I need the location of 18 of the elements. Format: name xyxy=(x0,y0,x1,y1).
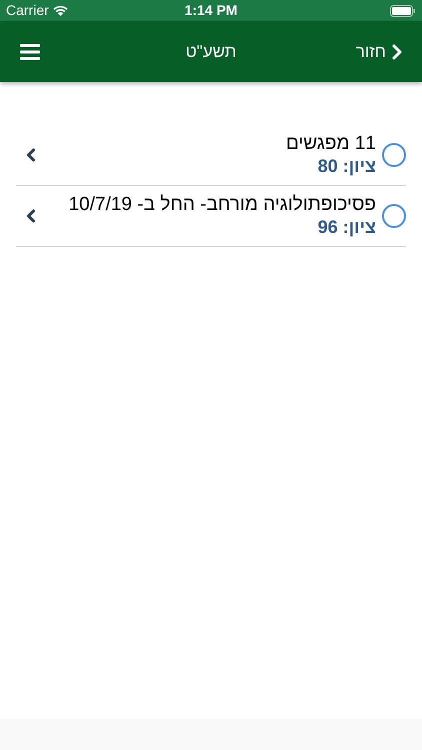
back-button[interactable]: חזור xyxy=(356,38,402,64)
wifi-icon xyxy=(52,5,68,16)
chevron-icon xyxy=(26,209,36,223)
course-title: 11 מפגשים xyxy=(286,133,376,155)
grade-label: ציון: 96 xyxy=(318,216,376,238)
carrier-name: Carrier xyxy=(6,1,49,20)
course-row[interactable]: פסיכופתולוגיה מורחב- החל ב- 10/7/19 ציון: 96 xyxy=(16,186,406,247)
chevron-icon xyxy=(26,148,36,162)
menu-icon[interactable] xyxy=(20,42,40,60)
course-row[interactable]: 11 מפגשים ציון: 80 xyxy=(16,125,406,186)
course-title: פסיכופתולוגיה מורחב- החל ב- 10/7/19 xyxy=(68,194,376,216)
chevron-icon xyxy=(392,44,402,60)
clock-time: 1:14 PM xyxy=(184,1,238,20)
nav-title: תשע"ט xyxy=(186,40,236,63)
radio-button[interactable] xyxy=(382,143,406,167)
battery-icon xyxy=(390,4,416,16)
radio-button[interactable] xyxy=(382,204,406,228)
grade-label: ציון: 80 xyxy=(318,155,376,177)
